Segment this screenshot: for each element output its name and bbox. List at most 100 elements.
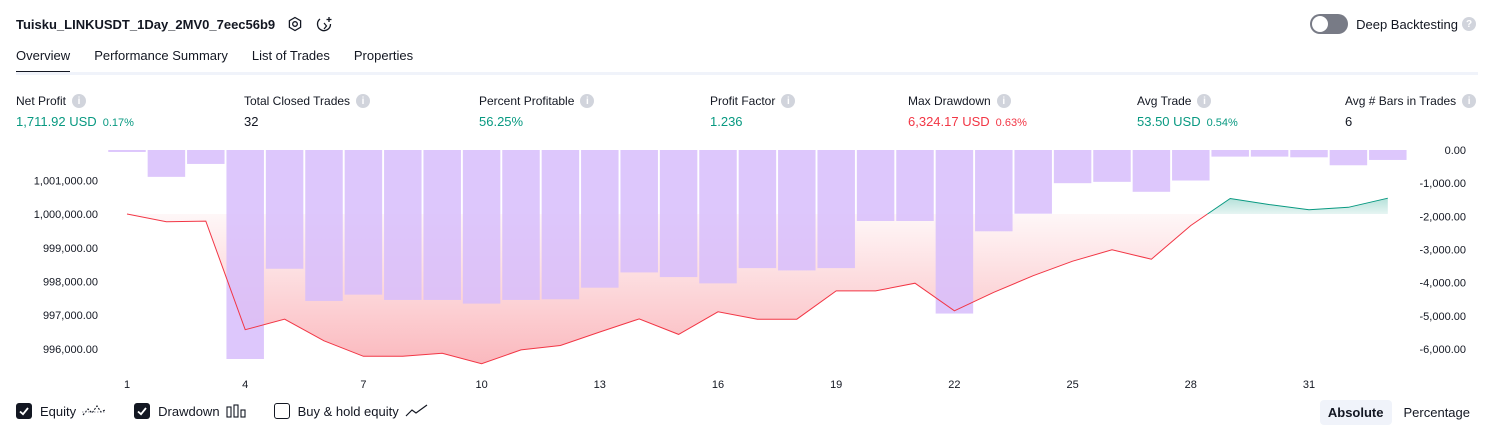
metric-percent: 0.54% <box>1206 117 1238 129</box>
x-axis-label: 28 <box>1185 379 1197 391</box>
equity-chart[interactable]: 1,001,000.00 1,000,000.00 999,000.00 998,00… <box>0 140 1494 398</box>
tab-properties[interactable]: Properties <box>354 48 413 73</box>
info-icon[interactable]: i <box>1197 94 1212 108</box>
left-axis-label: 996,000.00 <box>43 344 98 356</box>
x-axis-label: 25 <box>1066 379 1078 391</box>
percentage-button[interactable]: Percentage <box>1396 400 1479 425</box>
info-icon[interactable]: i <box>356 94 371 108</box>
drawdown-bar <box>581 150 619 288</box>
drawdown-checkbox[interactable] <box>134 403 151 419</box>
drawdown-bar <box>896 150 934 221</box>
right-axis-label: -5,000.00 <box>1420 311 1466 323</box>
info-icon[interactable]: i <box>781 94 796 108</box>
drawdown-bar <box>344 150 383 295</box>
tab-divider <box>16 72 1478 75</box>
metric-label: Avg Trade <box>1137 94 1192 108</box>
drawdown-bar <box>541 150 580 300</box>
metric-net-profit: Net Profit i 1,711.92 USD 0.17% <box>16 94 134 129</box>
drawdown-bar <box>147 150 186 177</box>
metric-avg-trade: Avg Trade i 53.50 USD 0.54% <box>1137 94 1238 129</box>
x-axis-label: 31 <box>1303 379 1315 391</box>
metric-label: Max Drawdown <box>908 94 991 108</box>
strategy-header: Tuisku_LINKUSDT_1Day_2MV0_7eec56b9 <box>16 14 335 34</box>
metric-value: 56.25% <box>479 114 524 129</box>
metric-value: 53.50 USD <box>1137 114 1201 129</box>
drawdown-bar <box>1369 150 1407 160</box>
buy-hold-line-icon <box>405 404 429 418</box>
x-axis-label: 7 <box>360 379 366 391</box>
drawdown-bar <box>699 150 737 284</box>
x-axis: 1 4 7 10 13 16 19 22 25 28 31 <box>124 379 1315 391</box>
x-axis-label: 19 <box>830 379 842 391</box>
settings-icon[interactable] <box>285 14 305 34</box>
drawdown-bar <box>108 150 146 152</box>
equity-label: Equity <box>40 403 77 419</box>
deep-backtesting-label: Deep Backtesting <box>1356 16 1458 32</box>
metric-label: Net Profit <box>16 94 67 108</box>
help-icon[interactable]: ? <box>1462 17 1476 31</box>
drawdown-bar <box>1290 150 1328 158</box>
tab-performance-summary[interactable]: Performance Summary <box>94 48 228 73</box>
drawdown-bar <box>778 150 816 271</box>
metric-value: 1,711.92 USD <box>16 114 97 129</box>
metric-percent-profitable: Percent Profitable i 56.25% <box>479 94 595 129</box>
metric-value: 6,324.17 USD <box>908 114 990 129</box>
info-icon[interactable]: i <box>72 94 87 108</box>
drawdown-bar <box>1250 150 1289 157</box>
drawdown-bar <box>1093 150 1131 182</box>
drawdown-bar <box>462 150 501 304</box>
drawdown-label: Drawdown <box>158 403 220 419</box>
drawdown-bar <box>1329 150 1368 166</box>
left-axis: 1,001,000.00 1,000,000.00 999,000.00 998,00… <box>34 175 98 356</box>
right-axis-label: -3,000.00 <box>1420 245 1466 257</box>
tab-overview[interactable]: Overview <box>16 48 71 73</box>
drawdown-bar <box>620 150 658 273</box>
x-axis-label: 13 <box>594 379 606 391</box>
tab-list-of-trades[interactable]: List of Trades <box>252 48 330 73</box>
metric-label: Profit Factor <box>710 94 776 108</box>
drawdown-bar <box>1211 150 1249 157</box>
left-axis-label: 998,000.00 <box>43 276 98 288</box>
drawdown-bar <box>384 150 422 300</box>
metric-label: Avg # Bars in Trades <box>1345 94 1457 108</box>
drawdown-bar <box>659 150 698 278</box>
x-axis-label: 1 <box>124 379 130 391</box>
equity-profit-area <box>1207 198 1388 214</box>
drawdown-bar <box>1132 150 1171 192</box>
drawdown-bar <box>226 150 264 359</box>
legend-drawdown[interactable]: Drawdown <box>134 403 246 419</box>
buy-hold-checkbox[interactable] <box>273 403 290 419</box>
metric-label: Percent Profitable <box>479 94 575 108</box>
drawdown-bar <box>738 150 777 269</box>
drawdown-bar <box>856 150 895 221</box>
equity-checkbox[interactable] <box>16 403 32 419</box>
drawdown-bar <box>502 150 540 300</box>
legend-equity[interactable]: Equity <box>16 403 107 419</box>
left-axis-label: 1,001,000.00 <box>34 175 98 187</box>
info-icon[interactable]: i <box>996 94 1011 108</box>
drawdown-bars-icon <box>226 404 246 418</box>
drawdown-bar <box>975 150 1013 232</box>
strategy-title: Tuisku_LINKUSDT_1Day_2MV0_7eec56b9 <box>16 16 276 32</box>
absolute-button[interactable]: Absolute <box>1319 400 1392 425</box>
metric-percent: 0.63% <box>995 117 1027 129</box>
source-code-icon[interactable] <box>315 14 335 34</box>
info-icon[interactable]: i <box>580 94 595 108</box>
right-axis-label: -2,000.00 <box>1420 211 1466 223</box>
drawdown-bar <box>1172 150 1210 181</box>
right-axis-label: -4,000.00 <box>1420 278 1466 290</box>
metric-avg-bars-in-trades: Avg # Bars in Trades i 6 <box>1345 94 1477 129</box>
metric-total-closed-trades: Total Closed Trades i 32 <box>244 94 371 129</box>
drawdown-bar <box>935 150 974 314</box>
chart-legend: Equity Drawdown Buy & hold equity <box>16 403 457 419</box>
right-axis: 0.00 -1,000.00 -2,000.00 -3,000.00 -4,000.00… <box>1420 145 1466 356</box>
drawdown-bar <box>1014 150 1052 214</box>
deep-backtesting-toggle[interactable] <box>1310 14 1349 34</box>
metric-value: 1.236 <box>710 114 743 129</box>
drawdown-bar <box>265 150 304 269</box>
info-icon[interactable]: i <box>1462 94 1477 108</box>
metric-profit-factor: Profit Factor i 1.236 <box>710 94 796 129</box>
scale-mode-switch: Absolute Percentage <box>1316 400 1478 425</box>
legend-buy-hold[interactable]: Buy & hold equity <box>273 403 429 419</box>
left-axis-label: 1,000,000.00 <box>34 209 98 221</box>
